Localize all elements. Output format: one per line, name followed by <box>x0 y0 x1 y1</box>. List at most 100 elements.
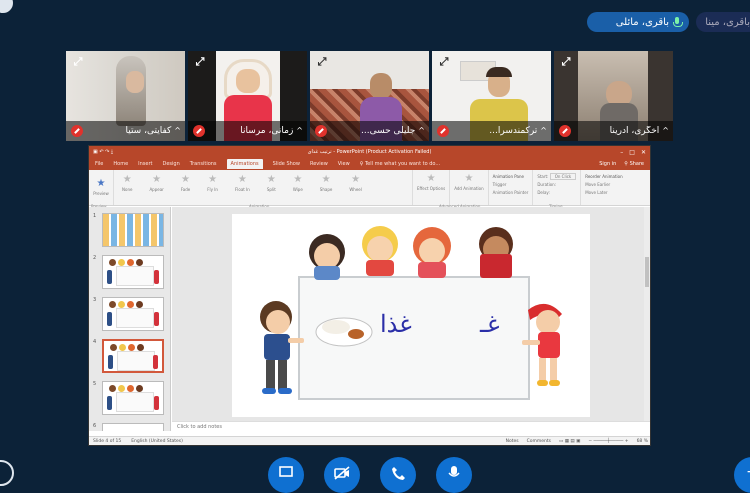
phone-icon <box>392 467 405 480</box>
child-4 <box>479 227 513 278</box>
start-select[interactable]: On Click <box>549 173 577 180</box>
tab-review[interactable]: Review <box>310 161 328 167</box>
animation-split[interactable]: ★ Split <box>267 175 276 200</box>
camera-off-icon <box>334 466 350 480</box>
expand-icon[interactable]: ⤢ <box>437 55 451 69</box>
tell-me-box[interactable]: ♀ Tell me what you want to do... <box>360 161 441 167</box>
reorder-group: Reorder Animation Move Earlier Move Late… <box>585 174 623 195</box>
notes-button[interactable]: Notes <box>506 439 519 444</box>
tab-slide-show[interactable]: Slide Show <box>273 161 300 167</box>
slide-thumbnail[interactable]: 1 <box>93 213 164 247</box>
child-1 <box>309 234 345 280</box>
animation-float-in[interactable]: ★ Float In <box>235 175 250 200</box>
animation-wheel[interactable]: ★ Wheel <box>349 175 362 200</box>
slide-editor: غذا غـ <box>172 207 650 431</box>
video-tile[interactable]: ⤢ ^کفایتی، ستیا <box>66 51 185 141</box>
chevron-up-icon[interactable]: ^ <box>418 126 425 135</box>
tile-name-bar: ^جلیلی حسی... <box>310 121 429 141</box>
advanced-animation-group: Animation Pane Trigger Animation Painter <box>489 170 534 205</box>
phone-button[interactable] <box>380 457 416 493</box>
slide-thumbnail[interactable]: 3 <box>93 297 164 331</box>
food-plate-image <box>315 317 373 347</box>
animation-none[interactable]: ★ None <box>122 175 132 200</box>
window-title: PowerPoint (Product Activation Failed) <box>336 149 432 155</box>
tab-insert[interactable]: Insert <box>138 161 152 167</box>
delay-field[interactable]: Delay: <box>537 190 576 195</box>
chevron-up-icon[interactable]: ^ <box>662 126 669 135</box>
microphone-icon <box>448 466 460 477</box>
expand-icon[interactable]: ⤢ <box>315 55 329 69</box>
animation-gallery: ★ None ★ Appear ★ Fade ★ Fly In ★ Float In ★ S… <box>113 170 413 205</box>
chevron-up-icon[interactable]: ^ <box>296 126 303 135</box>
slide-thumbnail[interactable]: 2 <box>93 255 164 289</box>
animation-appear[interactable]: ★ Appear <box>149 175 163 200</box>
expand-icon[interactable]: ⤢ <box>71 55 85 69</box>
tab-file[interactable]: File <box>95 161 103 167</box>
slide-thumbnail[interactable]: 5 <box>93 381 164 415</box>
add-animation-group: ★ Add Animation <box>450 170 489 205</box>
mic-muted-icon <box>437 125 449 137</box>
plus-icon: + <box>746 465 750 479</box>
mic-muted-icon <box>71 125 83 137</box>
participant-name: ترکمندسرا... <box>489 126 538 136</box>
camera-off-button[interactable] <box>324 457 360 493</box>
slide-thumbnails-pane: 1 2 3 4 5 6 <box>89 207 171 431</box>
active-speaker-pill: باقری، مائلی <box>587 12 689 32</box>
expand-icon[interactable]: ⤢ <box>193 55 207 69</box>
tab-transitions[interactable]: Transitions <box>190 161 217 167</box>
duration-field[interactable]: Duration: <box>537 182 576 187</box>
tab-animations[interactable]: Animations <box>226 159 263 169</box>
preview-button[interactable]: ★ Preview <box>89 170 113 205</box>
animation-fly-in[interactable]: ★ Fly In <box>207 175 218 200</box>
slide-thumbnail-selected[interactable]: 4 <box>93 339 164 373</box>
video-tile[interactable]: ⤢ ^زمانی، مرسانا <box>188 51 307 141</box>
zoom-level: 68 % <box>636 438 648 444</box>
microphone-button[interactable] <box>436 457 472 493</box>
animation-pane-button[interactable]: Animation Pane <box>493 174 529 179</box>
zoom-slider[interactable]: − ─────┼───── + <box>588 439 628 444</box>
current-slide[interactable]: غذا غـ <box>232 214 590 417</box>
chevron-up-icon[interactable]: ^ <box>540 126 547 135</box>
animation-shape[interactable]: ★ Shape <box>320 175 333 200</box>
speaker-name: باقری، مینا <box>705 16 750 28</box>
move-earlier-button[interactable]: Move Earlier <box>585 182 622 187</box>
video-tile[interactable]: ⤢ ^جلیلی حسی... <box>310 51 429 141</box>
comments-button[interactable]: Comments <box>527 439 551 444</box>
tab-view[interactable]: View <box>338 161 350 167</box>
speaker-pill: باقری، مینا <box>696 12 750 32</box>
notes-placeholder[interactable]: Click to add notes <box>172 421 650 431</box>
animation-painter-button[interactable]: Animation Painter <box>493 190 529 195</box>
move-later-button[interactable]: Move Later <box>585 190 622 195</box>
timing-group: Start: On Click Duration: Delay: <box>533 170 582 205</box>
tab-design[interactable]: Design <box>162 161 179 167</box>
shared-screen-powerpoint[interactable]: ▣ ↶ ↷ ⤓ ترتیب غذای - PowerPoint (Product… <box>88 145 651 446</box>
top-left-button[interactable] <box>0 0 16 16</box>
animation-wipe[interactable]: ★ Wipe <box>293 175 303 200</box>
status-bar: Slide 4 of 15 English (United States) No… <box>89 436 650 445</box>
video-tile[interactable]: ⤢ ^اخگری، آدرینا <box>554 51 673 141</box>
vertical-scrollbar[interactable] <box>644 207 650 421</box>
more-options-button[interactable] <box>0 460 14 486</box>
trigger-button[interactable]: Trigger <box>493 182 529 187</box>
share-button[interactable]: ⚲ Share <box>624 161 644 167</box>
boy-pointing <box>260 301 304 394</box>
animation-fade[interactable]: ★ Fade <box>181 175 190 200</box>
active-speaker-name: باقری، مائلی <box>615 16 669 28</box>
ribbon-tabs: File Home Insert Design Transitions Anim… <box>89 158 650 170</box>
slide-word-left: غذا <box>380 310 412 338</box>
view-buttons[interactable]: ▭ ▦ ▤ ▣ <box>559 439 580 444</box>
participant-name: اخگری، آدرینا <box>609 126 660 136</box>
mic-muted-icon <box>559 125 571 137</box>
slide-letter-right: غـ <box>480 310 500 338</box>
participant-name: جلیلی حسی... <box>361 126 416 136</box>
chevron-up-icon[interactable]: ^ <box>174 126 181 135</box>
video-tile[interactable]: ⤢ ^ترکمندسرا... <box>432 51 551 141</box>
add-button[interactable]: + <box>734 457 750 493</box>
sign-in-link[interactable]: Sign in <box>599 161 616 167</box>
effect-options-button[interactable]: ★ Effect Options <box>417 174 445 192</box>
tab-home[interactable]: Home <box>113 161 128 167</box>
slide-thumbnail[interactable]: 6 <box>93 423 164 431</box>
expand-icon[interactable]: ⤢ <box>559 55 573 69</box>
add-animation-button[interactable]: ★ Add Animation <box>454 174 483 192</box>
share-screen-button[interactable] <box>268 457 304 493</box>
